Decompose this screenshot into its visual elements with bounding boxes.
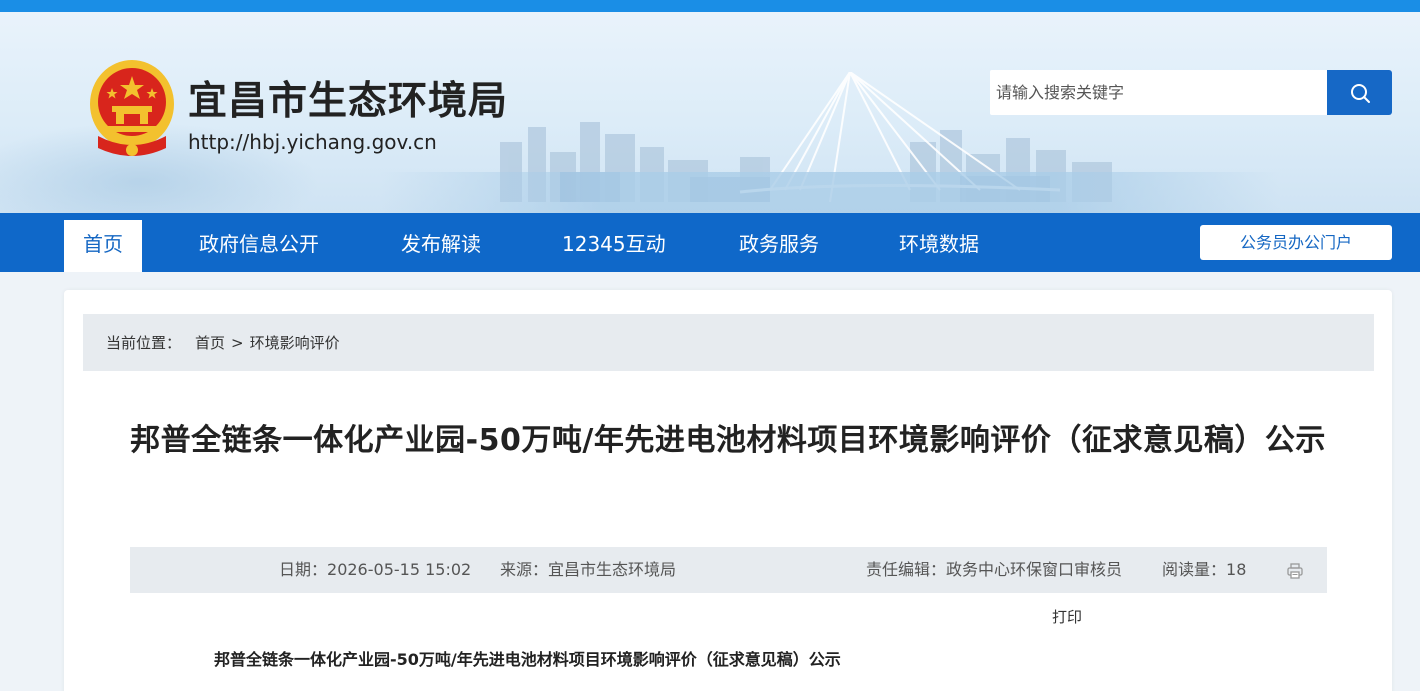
breadcrumb-current-link[interactable]: 环境影响评价 xyxy=(250,332,340,353)
search-icon xyxy=(1350,83,1370,103)
nav-item-services[interactable]: 政务服务 xyxy=(739,213,819,272)
river-decoration xyxy=(380,172,1280,213)
article-title: 邦普全链条一体化产业园-50万吨/年先进电池材料项目环境影响评价（征求意见稿）公… xyxy=(130,423,1326,458)
article-meta-bar: 日期：2026-05-15 15:02 来源：宜昌市生态环境局 责任编辑：政务中… xyxy=(130,547,1327,593)
search-box xyxy=(990,70,1392,115)
breadcrumb-home-link[interactable]: 首页 xyxy=(195,332,225,353)
print-label[interactable]: 打印 xyxy=(1052,606,1082,627)
nav-item-12345[interactable]: 12345互动 xyxy=(562,213,666,272)
national-emblem-icon xyxy=(90,60,174,156)
nav-item-gov-info[interactable]: 政府信息公开 xyxy=(199,213,319,272)
top-color-strip xyxy=(0,0,1420,12)
site-url: http://hbj.yichang.gov.cn xyxy=(188,130,437,154)
meta-editor: 责任编辑：政务中心环保窗口审核员 xyxy=(866,560,1123,579)
nav-item-release[interactable]: 发布解读 xyxy=(401,213,481,272)
article-subtitle: 邦普全链条一体化产业园-50万吨/年先进电池材料项目环境影响评价（征求意见稿）公… xyxy=(214,650,841,669)
breadcrumb-prefix: 当前位置： xyxy=(106,334,182,352)
site-title: 宜昌市生态环境局 xyxy=(188,79,509,124)
nav-item-home[interactable]: 首页 xyxy=(64,220,142,272)
search-input[interactable] xyxy=(990,70,1327,115)
staff-portal-button[interactable]: 公务员办公门户 xyxy=(1200,225,1392,260)
printer-icon[interactable] xyxy=(1286,562,1304,580)
search-button[interactable] xyxy=(1327,70,1392,115)
nav-item-env-data[interactable]: 环境数据 xyxy=(899,213,979,272)
meta-date: 日期：2026-05-15 15:02 xyxy=(279,560,472,579)
meta-source: 来源：宜昌市生态环境局 xyxy=(500,560,677,579)
meta-views: 阅读量：18 xyxy=(1162,560,1247,579)
breadcrumb: 当前位置： 首页 > 环境影响评价 xyxy=(83,314,1374,371)
breadcrumb-separator: > xyxy=(231,333,244,352)
